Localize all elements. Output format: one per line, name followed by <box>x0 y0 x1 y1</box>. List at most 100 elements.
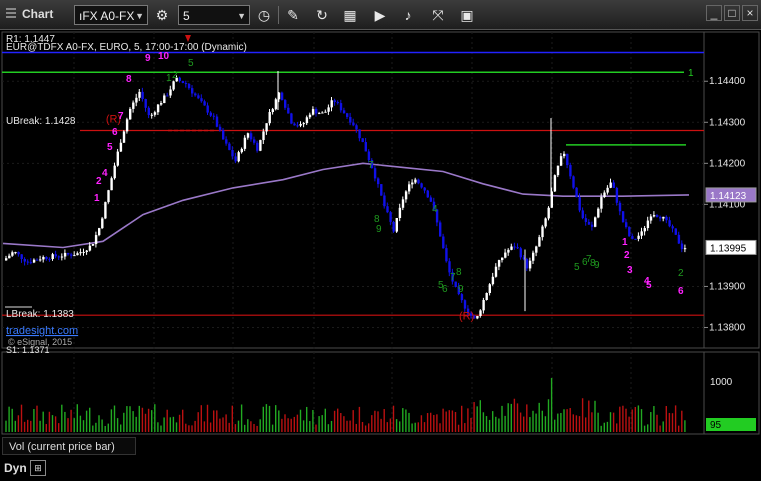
chat-icon[interactable]: ▣ <box>457 5 477 25</box>
y-tick-label: 1.14300 <box>709 117 746 128</box>
candle-body <box>268 112 271 124</box>
candle-body <box>324 111 327 113</box>
candle-body <box>11 252 14 256</box>
candle-body <box>318 113 321 115</box>
candle-body <box>222 130 225 140</box>
candle-body <box>615 187 619 203</box>
setup-count: 5 <box>574 262 580 273</box>
candle-body <box>42 257 45 260</box>
candle-body <box>308 114 312 118</box>
candle-body <box>144 99 147 108</box>
candle-body <box>160 103 163 105</box>
grip-icon[interactable] <box>6 8 16 20</box>
price-icon[interactable]: ▦ <box>340 5 360 25</box>
candle-body <box>20 254 23 260</box>
setup-count: 5 <box>646 280 652 291</box>
candle-body <box>420 183 423 188</box>
candle-body <box>88 245 92 251</box>
candle-body <box>265 123 268 132</box>
candle-body <box>594 217 597 227</box>
candle-body <box>355 125 358 130</box>
candle-body <box>172 81 175 90</box>
time-axis-bar: Dyn ⊞ <box>0 457 761 481</box>
chart-area[interactable]: (R)(R)89 106754211234561 257894567 895 67892… <box>0 30 761 457</box>
window-title: Chart <box>22 7 54 21</box>
candle-body <box>184 82 188 84</box>
candle-body <box>113 165 116 179</box>
candle-body <box>386 206 389 213</box>
setup-count: 6 <box>678 286 684 297</box>
candle-body <box>439 222 442 237</box>
s1-label: S1: 1.1371 <box>6 345 50 355</box>
restore-icon[interactable]: □ <box>724 5 740 21</box>
candle-body <box>110 178 113 191</box>
watermark-link[interactable]: tradesight.com <box>6 325 78 337</box>
candle-body <box>104 202 107 219</box>
candle-body <box>628 227 631 237</box>
candle-body <box>212 115 216 117</box>
setup-count: 9 <box>145 53 151 64</box>
setup-count: 9 <box>594 260 600 271</box>
candle-body <box>569 165 572 177</box>
candle-body <box>637 235 640 239</box>
bell-icon[interactable]: ♪ <box>398 5 418 25</box>
candle-body <box>491 276 495 285</box>
reversal-marker: (R) <box>459 310 474 322</box>
candle-body <box>259 140 262 151</box>
candle-body <box>14 252 17 254</box>
candle-body <box>240 148 243 153</box>
candle-body <box>361 138 364 143</box>
candle-body <box>383 195 386 207</box>
candle-body <box>57 256 61 258</box>
setup-count: 1 <box>622 237 628 248</box>
candle-body <box>119 142 123 152</box>
candle-body <box>587 221 591 225</box>
candle-body <box>203 101 206 106</box>
volume-panel-title[interactable]: Vol (current price bar) <box>2 437 136 455</box>
candle-body <box>404 191 408 200</box>
setup-count: 2 <box>172 70 178 81</box>
candle-body <box>631 236 634 239</box>
candle-body <box>352 122 355 126</box>
candle-body <box>311 109 315 115</box>
chevron-down-icon[interactable]: ▼ <box>135 6 144 26</box>
candle-body <box>98 228 101 236</box>
y-tick-label: 1.13900 <box>709 281 746 292</box>
candle-body <box>169 89 172 96</box>
candle-body <box>76 253 79 256</box>
candle-body <box>460 294 464 301</box>
candle-body <box>401 199 405 208</box>
candle-body <box>280 92 284 101</box>
candle-body <box>209 112 212 116</box>
minimize-icon[interactable]: _ <box>706 5 722 21</box>
link-icon[interactable]: ⤧ <box>428 5 448 25</box>
candle-body <box>556 165 560 176</box>
candle-body <box>70 254 73 256</box>
candle-body <box>488 284 491 294</box>
clock-icon[interactable]: ◷ <box>254 5 274 25</box>
candle-body <box>231 149 234 157</box>
play-icon[interactable]: ▶ <box>370 5 390 25</box>
symbol-value: ıFX A0-FX <box>79 9 135 23</box>
candle-body <box>563 153 566 157</box>
candle-body <box>646 220 650 229</box>
zoom-icon[interactable]: ⊞ <box>30 460 46 476</box>
pencil-icon[interactable]: ✎ <box>283 5 303 25</box>
lbreak-label: LBreak: 1.1383 <box>6 309 74 320</box>
candle-body <box>373 168 377 179</box>
close-icon[interactable]: × <box>742 5 758 21</box>
chart-toolbar: Chart ıFX A0-FX ▼ ⚙ 5 ▼ ◷ ✎ ↻ ▦ ▶ ♪ ⤧ ▣ … <box>0 0 761 30</box>
candle-body <box>516 247 519 249</box>
candle-body <box>476 315 479 319</box>
candle-body <box>380 184 383 196</box>
candle-body <box>82 251 85 253</box>
candle-body <box>671 226 674 229</box>
candle-body <box>17 252 20 255</box>
candle-body <box>575 187 578 198</box>
cursor-icon[interactable]: ↻ <box>312 5 332 25</box>
symbol-input[interactable]: ıFX A0-FX ▼ <box>74 5 148 25</box>
candle-body <box>429 197 433 202</box>
chevron-down-icon[interactable]: ▼ <box>237 6 246 26</box>
interval-input[interactable]: 5 ▼ <box>178 5 250 25</box>
settings-icon[interactable]: ⚙ <box>152 5 172 25</box>
